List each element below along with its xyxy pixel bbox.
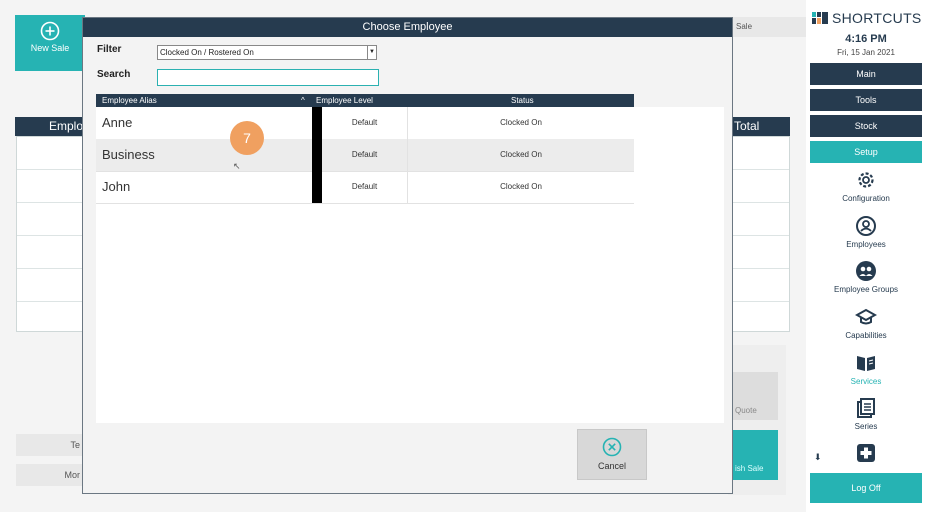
user-circle-icon: [856, 216, 876, 236]
row-color-bar: [312, 171, 322, 203]
sale-grid-right: [728, 136, 790, 332]
new-sale-label: New Sale: [30, 43, 70, 53]
grid-row: [17, 137, 83, 170]
employee-alias: John: [102, 179, 131, 194]
sidebar-item-label: Configuration: [842, 194, 890, 203]
column-header-level[interactable]: Employee Level: [316, 94, 373, 107]
brand-logo: SHORTCUTS: [832, 10, 922, 26]
choose-employee-dialog: Choose Employee Filter Clocked On / Rost…: [82, 17, 733, 494]
column-header-status[interactable]: Status: [511, 94, 534, 107]
medical-cross-icon: [857, 444, 875, 462]
employee-level: Default: [322, 139, 408, 171]
clock-date: Fri, 15 Jan 2021: [837, 48, 895, 57]
finish-sale-button[interactable]: ish Sale: [733, 430, 778, 480]
close-circle-icon: [602, 437, 622, 457]
step-number-badge: 7: [230, 121, 264, 155]
employee-status: Clocked On: [500, 182, 542, 191]
grid-row: [729, 137, 789, 170]
user-group-icon: [856, 261, 876, 281]
cancel-label: Cancel: [597, 461, 626, 471]
new-sale-button[interactable]: New Sale: [15, 15, 85, 71]
quote-button[interactable]: Quote: [733, 372, 778, 420]
search-label: Search: [97, 69, 131, 80]
filter-value: Clocked On / Rostered On: [160, 48, 254, 57]
cancel-button[interactable]: Cancel: [577, 429, 647, 480]
sidebar-item-employees[interactable]: Employees: [810, 215, 922, 249]
documents-icon: [857, 398, 875, 418]
grid-row: [17, 203, 83, 236]
nav-stock[interactable]: Stock: [810, 115, 922, 137]
table-row[interactable]: Anne Default Clocked On: [96, 107, 634, 140]
plus-circle-icon: [40, 21, 60, 41]
filter-label: Filter: [97, 44, 122, 55]
filter-select[interactable]: Clocked On / Rostered On ▼: [157, 45, 377, 60]
shortcuts-logo-icon: [812, 12, 828, 24]
dialog-title: Choose Employee: [83, 18, 732, 37]
gear-icon: [858, 172, 874, 188]
sidebar-item-label: Employee Groups: [833, 285, 899, 294]
employee-level: Default: [322, 107, 408, 139]
sidebar-item-label: Employees: [846, 240, 886, 249]
sale-tab[interactable]: Sale: [728, 17, 806, 37]
sidebar-item-label: Services: [850, 377, 882, 386]
employee-alias: Anne: [102, 115, 133, 130]
grid-row: [729, 236, 789, 269]
graduation-cap-icon: [855, 308, 877, 325]
sidebar-item-label: Series: [854, 422, 878, 431]
dropdown-arrow-icon: ▼: [367, 46, 376, 59]
scroll-down-arrow-icon[interactable]: ⬇: [814, 452, 822, 463]
grid-row: [729, 203, 789, 236]
employee-status: Clocked On: [500, 118, 542, 127]
table-row[interactable]: Business Default Clocked On: [96, 139, 634, 172]
log-off-button[interactable]: Log Off: [810, 473, 922, 503]
grid-row: [17, 170, 83, 203]
background-button-more[interactable]: Mor: [16, 464, 84, 486]
grid-row: [17, 236, 83, 269]
sidebar-item-health[interactable]: [810, 442, 922, 467]
grid-row: [729, 170, 789, 203]
sidebar-item-configuration[interactable]: Configuration: [810, 169, 922, 203]
employee-level: Default: [322, 171, 408, 203]
employee-column-header: Emplo: [15, 117, 85, 136]
grid-row: [17, 269, 83, 302]
sidebar-item-label: Capabilities: [845, 331, 887, 340]
book-open-icon: [857, 356, 875, 371]
clock-time: 4:16 PM: [845, 33, 887, 45]
table-row[interactable]: John Default Clocked On: [96, 171, 634, 204]
nav-main[interactable]: Main: [810, 63, 922, 85]
grid-row: [729, 269, 789, 302]
column-header-alias[interactable]: Employee Alias: [102, 94, 157, 107]
sidebar-item-series[interactable]: Series: [810, 397, 922, 431]
total-column-header: Total: [728, 117, 790, 136]
sale-grid-left: [16, 136, 84, 332]
sidebar-item-employee-groups[interactable]: Employee Groups: [810, 260, 922, 294]
row-color-bar: [312, 107, 322, 139]
sidebar-item-capabilities[interactable]: Capabilities: [810, 306, 922, 340]
row-color-bar: [312, 139, 322, 171]
table-area-extension: [634, 107, 724, 423]
sort-ascending-icon: ^: [301, 96, 305, 105]
nav-setup[interactable]: Setup: [810, 141, 922, 163]
mouse-cursor-icon: ↖: [233, 161, 241, 171]
employee-alias: Business: [102, 147, 155, 162]
background-button-t[interactable]: Te: [16, 434, 84, 456]
sidebar-item-services[interactable]: Services: [810, 352, 922, 386]
search-input[interactable]: [157, 69, 379, 86]
employee-table: Anne Default Clocked On Business Default…: [96, 107, 634, 423]
employee-status: Clocked On: [500, 150, 542, 159]
nav-tools[interactable]: Tools: [810, 89, 922, 111]
employee-table-header: Employee Alias ^ Employee Level Status: [96, 94, 634, 107]
